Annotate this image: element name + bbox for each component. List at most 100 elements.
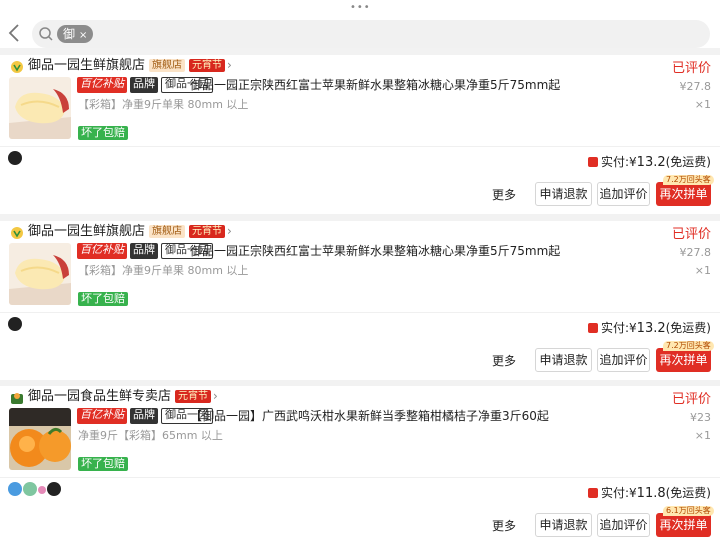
cash-icon xyxy=(587,488,598,498)
shop-name-text: 御品一园生鲜旗舰店 xyxy=(28,58,146,73)
paid-currency: ¥ xyxy=(629,486,637,500)
subsidy-badge: 百亿补贴 xyxy=(77,77,127,93)
shop-name[interactable]: 御品一园生鲜旗舰店 旗舰店 元宵节 › xyxy=(28,223,232,240)
product-spec: 【彩箱】净重9斤单果 80mm 以上 xyxy=(78,264,249,277)
shop-name[interactable]: 御品一园生鲜旗舰店 旗舰店 元宵节 › xyxy=(28,57,232,74)
chevron-right-icon: › xyxy=(227,224,232,238)
product-price: ¥27.8 xyxy=(679,246,712,259)
divider xyxy=(0,312,720,313)
product-spec: 净重9斤【彩箱】65mm 以上 xyxy=(78,429,223,442)
rebuy-button[interactable]: 再次拼单 xyxy=(656,348,711,372)
repeat-customer-badge: 7.2万回头客 xyxy=(663,341,714,351)
paid-value: 13.2 xyxy=(636,155,666,170)
avatar xyxy=(8,317,22,331)
clear-keyword-icon[interactable]: × xyxy=(79,30,87,41)
paid-amount: 实付:¥13.2(免运费) xyxy=(587,153,711,170)
add-review-button[interactable]: 追加评价 xyxy=(597,348,650,372)
repeat-customer-badge: 7.2万回头客 xyxy=(663,175,714,185)
subsidy-badge: 百亿补贴 xyxy=(77,243,127,259)
avatar xyxy=(38,486,46,494)
cash-icon xyxy=(587,157,598,167)
shop-logo-icon xyxy=(10,225,24,239)
damage-guarantee-tag: 坏了包赔 xyxy=(78,126,128,140)
repeat-customer-badge: 6.1万回头客 xyxy=(663,506,714,516)
divider xyxy=(0,477,720,478)
brand-badge: 品牌 xyxy=(130,243,158,259)
more-button[interactable]: 更多 xyxy=(492,352,516,369)
festival-tag: 元宵节 xyxy=(189,225,226,238)
chevron-right-icon: › xyxy=(227,58,232,72)
order-status: 已评价 xyxy=(671,392,711,407)
shop-logo-icon xyxy=(10,59,24,73)
flagship-store-tag: 旗舰店 xyxy=(149,59,186,72)
shipping-note: (免运费) xyxy=(665,486,711,500)
divider xyxy=(0,146,720,147)
order-card[interactable]: 御品一园食品生鲜专卖店 元宵节 › 已评价 百亿补贴 品牌 御品一园 【御品一园】广… xyxy=(0,386,720,543)
subsidy-badge: 百亿补贴 xyxy=(77,408,127,424)
shop-logo-icon xyxy=(10,390,24,404)
brand-badge: 品牌 xyxy=(130,77,158,93)
refund-button[interactable]: 申请退款 xyxy=(535,513,592,537)
damage-guarantee-tag: 坏了包赔 xyxy=(78,457,128,471)
paid-amount: 实付:¥13.2(免运费) xyxy=(587,319,711,336)
cash-icon xyxy=(587,323,598,333)
paid-label: 实付: xyxy=(600,321,630,335)
shop-name-text: 御品一园生鲜旗舰店 xyxy=(28,224,146,239)
order-status: 已评价 xyxy=(671,61,711,76)
product-price: ¥27.8 xyxy=(679,80,712,93)
order-card[interactable]: 御品一园生鲜旗舰店 旗舰店 元宵节 › 已评价 百亿补贴 品牌 御品一园 御品一园正宗… xyxy=(0,55,720,214)
product-image[interactable] xyxy=(9,77,71,139)
shipping-note: (免运费) xyxy=(665,155,711,169)
flagship-store-tag: 旗舰店 xyxy=(149,225,186,238)
avatar xyxy=(8,151,22,165)
paid-value: 11.8 xyxy=(636,486,666,501)
order-actions: 更多 申请退款 追加评价 再次拼单 7.2万回头客 xyxy=(0,175,720,207)
order-card[interactable]: 御品一园生鲜旗舰店 旗舰店 元宵节 › 已评价 百亿补贴 品牌 御品一园 御品一园正宗… xyxy=(0,221,720,380)
back-arrow-icon[interactable] xyxy=(6,22,24,44)
more-button[interactable]: 更多 xyxy=(492,517,516,534)
buyer-avatars xyxy=(8,482,61,498)
rebuy-button[interactable]: 再次拼单 xyxy=(656,513,711,537)
paid-value: 13.2 xyxy=(636,321,666,336)
paid-label: 实付: xyxy=(600,486,630,500)
product-price: ¥23 xyxy=(690,411,711,424)
paid-currency: ¥ xyxy=(629,321,637,335)
search-bar[interactable]: 御 × xyxy=(32,20,710,48)
product-title[interactable]: 御品一园正宗陕西红富士苹果新鲜水果整箱冰糖心果净重5斤75mm起 xyxy=(190,77,560,93)
search-keyword: 御 xyxy=(63,27,76,41)
paid-label: 实付: xyxy=(600,155,630,169)
rebuy-button[interactable]: 再次拼单 xyxy=(656,182,711,206)
more-button[interactable]: 更多 xyxy=(492,186,516,203)
product-spec: 【彩箱】净重9斤单果 80mm 以上 xyxy=(78,98,249,111)
top-bar: ••• 御 × xyxy=(0,0,720,48)
product-title[interactable]: 御品一园正宗陕西红富士苹果新鲜水果整箱冰糖心果净重5斤75mm起 xyxy=(190,243,560,259)
refund-button[interactable]: 申请退款 xyxy=(535,348,592,372)
add-review-button[interactable]: 追加评价 xyxy=(597,182,650,206)
product-image[interactable] xyxy=(9,408,71,470)
product-quantity: ×1 xyxy=(694,264,711,277)
brand-badge: 品牌 xyxy=(130,408,158,424)
order-actions: 更多 申请退款 追加评价 再次拼单 7.2万回头客 xyxy=(0,341,720,373)
avatar xyxy=(23,482,37,496)
shop-name[interactable]: 御品一园食品生鲜专卖店 元宵节 › xyxy=(28,388,218,405)
refund-button[interactable]: 申请退款 xyxy=(535,182,592,206)
buyer-avatars xyxy=(8,317,22,333)
shipping-note: (免运费) xyxy=(665,321,711,335)
add-review-button[interactable]: 追加评价 xyxy=(597,513,650,537)
avatar xyxy=(47,482,61,496)
order-actions: 更多 申请退款 追加评价 再次拼单 6.1万回头客 xyxy=(0,506,720,538)
paid-amount: 实付:¥11.8(免运费) xyxy=(587,484,711,501)
search-icon xyxy=(38,26,54,42)
order-status: 已评价 xyxy=(671,227,711,242)
festival-tag: 元宵节 xyxy=(189,59,226,72)
avatar xyxy=(8,482,22,496)
more-dots-icon[interactable]: ••• xyxy=(350,2,371,13)
search-keyword-chip[interactable]: 御 × xyxy=(57,25,94,43)
product-image[interactable] xyxy=(9,243,71,305)
damage-guarantee-tag: 坏了包赔 xyxy=(78,292,128,306)
product-title[interactable]: 【御品一园】广西武鸣沃柑水果新鲜当季整箱柑橘桔子净重3斤60起 xyxy=(190,408,549,424)
festival-tag: 元宵节 xyxy=(175,390,212,403)
chevron-right-icon: › xyxy=(213,389,218,403)
shop-name-text: 御品一园食品生鲜专卖店 xyxy=(28,389,172,404)
paid-currency: ¥ xyxy=(629,155,637,169)
